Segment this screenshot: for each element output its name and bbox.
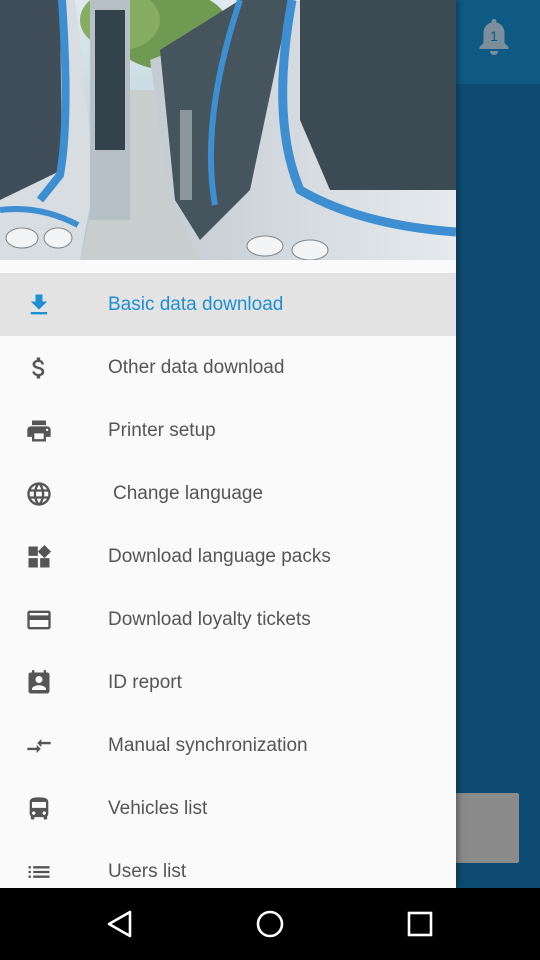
download-icon	[24, 290, 54, 320]
recents-button[interactable]	[402, 906, 438, 942]
menu-item-change-language[interactable]: Change language	[0, 462, 456, 525]
navigation-drawer: Basic data download Other data download …	[0, 0, 456, 888]
printer-icon	[24, 416, 54, 446]
notification-button[interactable]: 1	[476, 16, 512, 58]
bus-icon	[24, 794, 54, 824]
drawer-header-image	[0, 0, 456, 260]
menu-item-label: Change language	[113, 482, 264, 504]
list-icon	[24, 857, 54, 887]
badge-icon	[24, 668, 54, 698]
menu-item-label: Basic data download	[108, 293, 284, 315]
menu-item-printer-setup[interactable]: Printer setup	[0, 399, 456, 462]
menu-item-download-loyalty-tickets[interactable]: Download loyalty tickets	[0, 588, 456, 651]
menu-item-manual-synchronization[interactable]: Manual synchronization	[0, 714, 456, 777]
menu-item-label: Download language packs	[108, 545, 331, 567]
home-button[interactable]	[252, 906, 288, 942]
menu-item-label: Vehicles list	[108, 797, 208, 819]
menu-item-label: ID report	[108, 671, 182, 693]
menu-item-users-list[interactable]: Users list	[0, 840, 456, 888]
drawer-menu: Basic data download Other data download …	[0, 273, 456, 888]
sync-arrows-icon	[24, 731, 54, 761]
menu-item-label: Printer setup	[108, 419, 216, 441]
back-icon	[107, 910, 132, 938]
card-icon	[24, 605, 54, 635]
dollar-icon	[24, 353, 54, 383]
globe-icon	[24, 479, 54, 509]
menu-item-vehicles-list[interactable]: Vehicles list	[0, 777, 456, 840]
menu-item-label: Download loyalty tickets	[108, 608, 311, 630]
back-button[interactable]	[102, 906, 138, 942]
notification-count: 1	[490, 28, 498, 44]
widgets-icon	[24, 542, 54, 572]
menu-item-label: Manual synchronization	[108, 734, 308, 756]
menu-item-label: Other data download	[108, 356, 285, 378]
menu-item-download-language-packs[interactable]: Download language packs	[0, 525, 456, 588]
menu-item-label: Users list	[108, 860, 187, 882]
menu-item-id-report[interactable]: ID report	[0, 651, 456, 714]
system-navigation-bar	[0, 888, 540, 960]
home-icon	[256, 910, 284, 938]
menu-item-basic-data-download[interactable]: Basic data download	[0, 273, 456, 336]
menu-item-other-data-download[interactable]: Other data download	[0, 336, 456, 399]
recents-icon	[407, 911, 433, 937]
